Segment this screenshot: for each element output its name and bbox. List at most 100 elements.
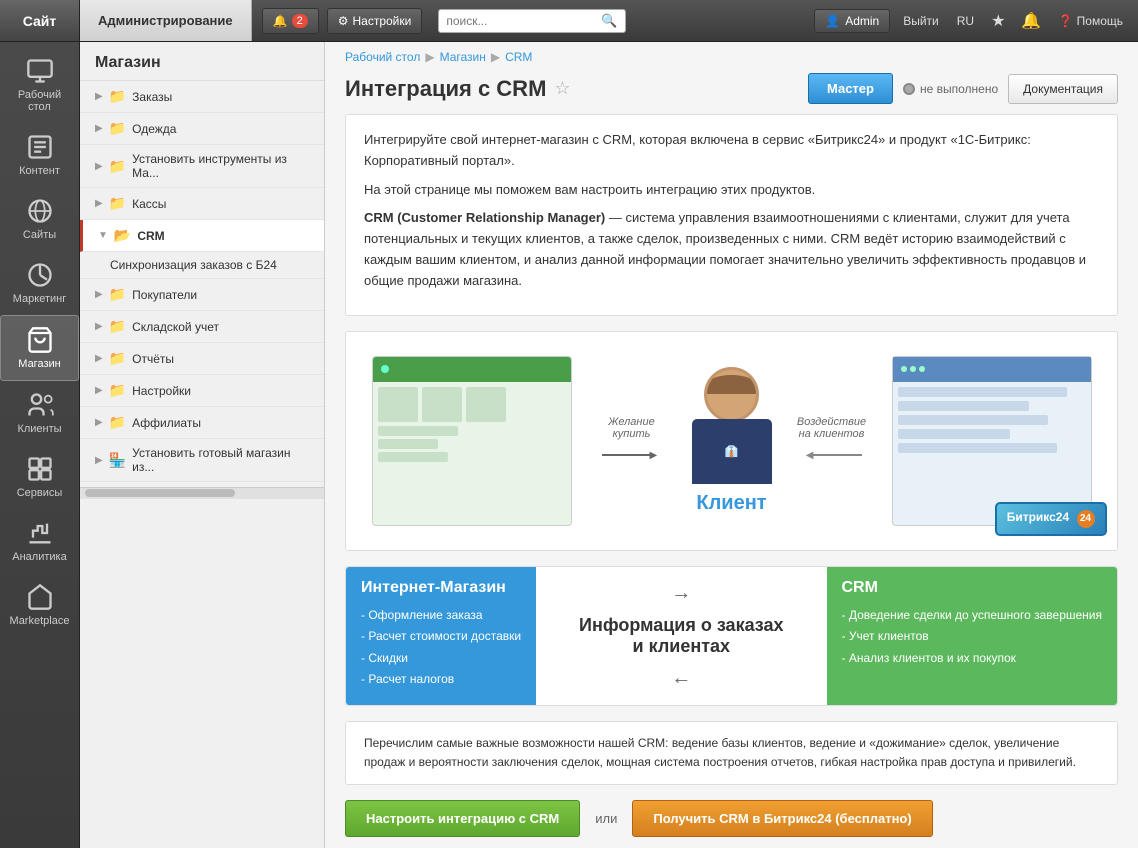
crm-cloud-header: [893, 357, 1091, 382]
favorite-star-icon[interactable]: ☆: [554, 78, 570, 99]
page-title: Интеграция с CRM: [345, 76, 546, 102]
crm-row: [898, 415, 1048, 425]
crm-bold-label: CRM (Customer Relationship Manager): [364, 210, 605, 225]
action-or-label: или: [595, 811, 617, 826]
sidebar-item-marketplace[interactable]: Marketplace: [0, 573, 79, 637]
sidebar-item-label-warehouse: Складской учет: [132, 320, 219, 334]
box-middle: → Информация о заказахи клиентах ←: [551, 567, 811, 705]
sidebar-item-install-tools[interactable]: ▶ 📁 Установить инструменты из Ма...: [80, 145, 324, 188]
top-bar: Сайт Администрирование 🔔 2 ⚙ Настройки 🔍…: [0, 0, 1138, 42]
bell-top-icon[interactable]: 🔔: [1017, 11, 1045, 31]
sidebar-item-kassy[interactable]: ▶ 📁 Кассы: [80, 188, 324, 220]
site-button[interactable]: Сайт: [0, 0, 80, 41]
secondary-sidebar: Магазин ▶ 📁 Заказы ▶ 📁 Одежда ▶ 📁 Устано…: [80, 42, 325, 848]
box-crm-title: CRM: [842, 579, 1103, 597]
admin-user-button[interactable]: 👤 Admin: [814, 9, 890, 33]
box-middle-title: Информация о заказахи клиентах: [579, 615, 784, 657]
sidebar-item-clients[interactable]: Клиенты: [0, 381, 79, 445]
folder-icon: 📁: [109, 158, 126, 175]
shop-item-sm: [378, 452, 448, 462]
folder-icon: 📁: [109, 318, 126, 335]
desc-p2: На этой странице мы поможем вам настроит…: [364, 180, 1099, 201]
content-body: Интегрируйте свой интернет-магазин с CRM…: [325, 114, 1138, 848]
marketplace-icon: [26, 583, 54, 611]
breadcrumb-desktop[interactable]: Рабочий стол: [345, 50, 420, 64]
documentation-button[interactable]: Документация: [1008, 74, 1118, 104]
list-item: Скидки: [361, 648, 521, 670]
sidebar-item-desktop[interactable]: Рабочий стол: [0, 47, 79, 123]
clients-icon: [26, 391, 54, 419]
shop-mockup: [372, 356, 572, 526]
person-head: [704, 367, 759, 422]
bottom-boxes: Интернет-Магазин Оформление заказа Расче…: [345, 566, 1118, 706]
get-crm-button[interactable]: Получить CRM в Битрикс24 (бесплатно): [632, 800, 932, 837]
logout-link[interactable]: Выйти: [898, 14, 944, 28]
sidebar-item-sites[interactable]: Сайты: [0, 187, 79, 251]
sidebar-item-warehouse[interactable]: ▶ 📁 Складской учет: [80, 311, 324, 343]
sidebar-item-install-shop[interactable]: ▶ 🏪 Установить готовый магазин из...: [80, 439, 324, 482]
arrow-to-person: Желание купить: [592, 416, 672, 465]
sidebar-item-label-reports: Отчёты: [132, 352, 174, 366]
box-shop-list: Оформление заказа Расчет стоимости доста…: [361, 605, 521, 691]
breadcrumb-shop[interactable]: Магазин: [440, 50, 486, 64]
breadcrumb-crm[interactable]: CRM: [505, 50, 532, 64]
analytics-icon: [26, 519, 54, 547]
arrow2-label: Воздействие на клиентов: [792, 416, 872, 440]
bell-icon: 🔔: [273, 14, 288, 28]
configure-crm-button[interactable]: Настроить интеграцию с CRM: [345, 800, 580, 837]
sidebar-item-buyers[interactable]: ▶ 📁 Покупатели: [80, 279, 324, 311]
sidebar-item-label-orders: Заказы: [132, 90, 172, 104]
arrows-horizontal: →: [566, 582, 796, 605]
crm-cloud-container: Битрикс24 24: [892, 356, 1092, 526]
lang-selector[interactable]: RU: [952, 14, 979, 28]
bitrix24-label: Битрикс24: [1007, 510, 1069, 524]
sidebar-item-settings[interactable]: ▶ 📁 Настройки: [80, 375, 324, 407]
desc-p3: CRM (Customer Relationship Manager) — си…: [364, 208, 1099, 291]
admin-tab[interactable]: Администрирование: [80, 0, 252, 41]
sidebar-item-label-buyers: Покупатели: [132, 288, 197, 302]
sidebar-item-content[interactable]: Контент: [0, 123, 79, 187]
status-dot: [903, 83, 915, 95]
settings-button[interactable]: ⚙ Настройки: [327, 8, 423, 34]
sidebar-item-shop[interactable]: Магазин: [0, 315, 79, 381]
scrollbar-track[interactable]: [85, 489, 235, 497]
box-crm: CRM Доведение сделки до успешного заверш…: [827, 567, 1118, 705]
header-actions: Мастер не выполнено Документация: [808, 73, 1118, 104]
folder-open-icon: 📂: [114, 227, 131, 244]
breadcrumb-sep-2: ▶: [491, 50, 500, 64]
box-shop: Интернет-Магазин Оформление заказа Расче…: [346, 567, 536, 705]
star-icon[interactable]: ★: [987, 11, 1009, 31]
shop-item-sm: [378, 426, 458, 436]
crm-cloud-dot: [910, 366, 916, 372]
search-input[interactable]: [446, 14, 596, 28]
breadcrumb: Рабочий стол ▶ Магазин ▶ CRM: [325, 42, 1138, 68]
sidebar-label-services: Сервисы: [17, 487, 63, 499]
arrow-from-crm: Воздействие на клиентов: [792, 416, 872, 465]
sidebar-item-marketing[interactable]: Маркетинг: [0, 251, 79, 315]
notifications-button[interactable]: 🔔 2: [262, 8, 319, 34]
arrow-icon-down: ▼: [98, 230, 108, 241]
sidebar-label-sites: Сайты: [23, 229, 56, 241]
sidebar-item-clothes[interactable]: ▶ 📁 Одежда: [80, 113, 324, 145]
help-link[interactable]: ❓ Помощь: [1053, 14, 1128, 28]
sidebar-item-orders[interactable]: ▶ 📁 Заказы: [80, 81, 324, 113]
sidebar-item-analytics[interactable]: Аналитика: [0, 509, 79, 573]
sidebar-item-label-install-shop: Установить готовый магазин из...: [132, 446, 314, 474]
sidebar-item-affiliates[interactable]: ▶ 📁 Аффилиаты: [80, 407, 324, 439]
folder-icon: 📁: [109, 382, 126, 399]
crm-row: [898, 443, 1058, 453]
folder-icon: 📁: [109, 350, 126, 367]
scrollbar-area: [80, 487, 324, 499]
shop-item: [422, 387, 462, 422]
sidebar-item-services[interactable]: Сервисы: [0, 445, 79, 509]
sidebar-item-reports[interactable]: ▶ 📁 Отчёты: [80, 343, 324, 375]
illustration-inner: Желание купить 👔: [372, 352, 1092, 530]
person-hair: [707, 375, 756, 395]
arrow-icon: ▶: [95, 417, 103, 428]
crm-cloud-dot: [901, 366, 907, 372]
sidebar-subitem-sync[interactable]: Синхронизация заказов с Б24: [80, 252, 324, 279]
folder-icon: 📁: [109, 195, 126, 212]
sidebar-item-crm[interactable]: ▼ 📂 CRM: [80, 220, 324, 252]
master-button[interactable]: Мастер: [808, 73, 893, 104]
arrow-icon: ▶: [95, 321, 103, 332]
